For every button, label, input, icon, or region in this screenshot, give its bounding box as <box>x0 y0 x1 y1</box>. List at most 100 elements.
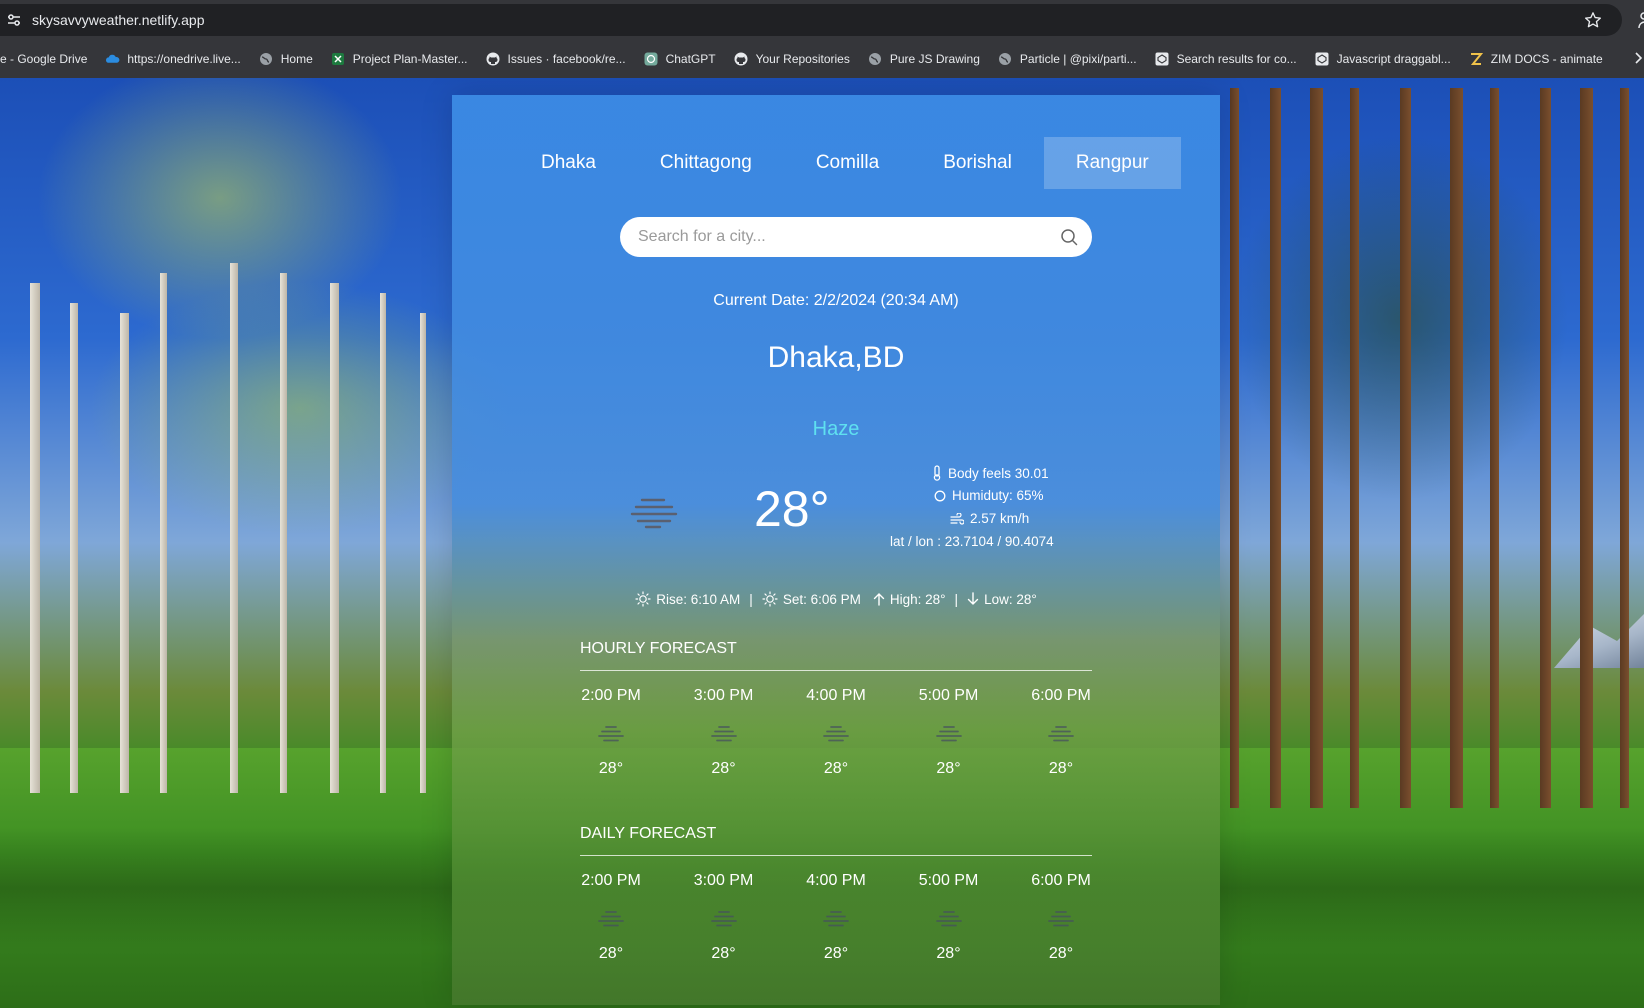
birch-trunk <box>70 303 78 793</box>
bookmark-label: Javascript draggabl... <box>1336 52 1451 66</box>
codepen-icon <box>1315 52 1330 67</box>
bookmark-item[interactable]: Javascript draggabl... <box>1315 52 1451 67</box>
haze-icon <box>823 910 849 928</box>
forecast-time: 5:00 PM <box>918 687 979 704</box>
pine-trunk <box>1490 88 1499 808</box>
thermometer-icon <box>933 465 941 481</box>
address-field[interactable]: skysavvyweather.netlify.app <box>0 4 1622 36</box>
forecast-time: 5:00 PM <box>918 872 979 889</box>
city-tabs: Dhaka Chittagong Comilla Borishal Rangpur <box>509 137 1181 189</box>
forecast-item: 4:00 PM 28° <box>805 687 867 778</box>
daily-forecast-title: DAILY FORECAST <box>580 825 717 842</box>
forecast-item: 5:00 PM 28° <box>918 687 980 778</box>
browser-url-bar: skysavvyweather.netlify.app <box>0 0 1644 40</box>
bookmark-label: Issues · facebook/re... <box>507 52 626 66</box>
bookmark-star-icon[interactable] <box>1584 11 1602 29</box>
pine-trunk <box>1310 88 1323 808</box>
wind-text: 2.57 km/h <box>970 511 1030 526</box>
forecast-item: 4:00 PM 28° <box>805 872 867 963</box>
forecast-temp: 28° <box>936 760 961 777</box>
current-temperature: 28° <box>754 481 830 537</box>
forecast-temp: 28° <box>598 945 624 962</box>
haze-icon <box>598 725 624 743</box>
github-icon <box>486 52 501 67</box>
pine-trunk <box>1540 88 1551 808</box>
arrow-up-icon <box>873 593 885 606</box>
birch-trunk <box>330 283 339 793</box>
bookmarks-overflow-icon[interactable] <box>1634 50 1644 71</box>
feels-like-text: Body feels 30.01 <box>948 465 1049 481</box>
city-tab-rangpur[interactable]: Rangpur <box>1043 137 1181 189</box>
high-item: High: 28° <box>873 592 946 607</box>
city-tab-comilla[interactable]: Comilla <box>784 137 911 189</box>
bookmark-item[interactable]: ChatGPT <box>644 52 716 67</box>
haze-icon <box>710 725 737 743</box>
zim-icon <box>1469 52 1484 67</box>
site-settings-icon[interactable] <box>6 12 22 28</box>
condition-text: Haze <box>812 418 860 440</box>
city-tab-borishal[interactable]: Borishal <box>911 137 1044 189</box>
url-text[interactable]: skysavvyweather.netlify.app <box>32 12 205 28</box>
birch-trunk <box>380 293 386 793</box>
globe-icon <box>259 52 274 67</box>
wind-row: 2.57 km/h <box>950 511 1029 526</box>
bookmark-item[interactable]: Project Plan-Master... <box>331 52 468 67</box>
bookmark-item[interactable]: Pure JS Drawing <box>868 52 980 67</box>
wind-icon <box>950 512 964 525</box>
forecast-item: 6:00 PM 28° <box>1030 872 1092 963</box>
forecast-time: 3:00 PM <box>693 872 754 889</box>
bookmark-label: Project Plan-Master... <box>352 52 468 66</box>
hourly-forecast-row: 2:00 PM 28° 3:00 PM 28° 4:00 PM 28° 5:00 PM 28°… <box>580 687 1092 778</box>
search-input[interactable] <box>636 227 1040 247</box>
excel-icon <box>331 52 346 67</box>
forecast-temp: 28° <box>1048 945 1074 962</box>
pine-trunk <box>1350 88 1359 808</box>
feels-like-row: Body feels 30.01 <box>932 465 1049 481</box>
haze-icon <box>710 910 737 928</box>
latlon-text: lat / lon : 23.7104 / 90.4074 <box>890 534 1054 549</box>
bookmark-item[interactable]: Home <box>259 52 313 67</box>
github-icon <box>734 52 749 67</box>
bookmark-item[interactable]: Your Repositories <box>734 52 850 67</box>
pine-trunk <box>1620 88 1629 808</box>
latlon-row: lat / lon : 23.7104 / 90.4074 <box>890 534 1054 549</box>
daily-divider <box>580 855 1092 856</box>
bookmark-label: Particle | @pixi/parti... <box>1019 52 1137 66</box>
bookmark-item[interactable]: https://onedrive.live... <box>105 52 241 67</box>
search-bar <box>620 217 1092 257</box>
bookmark-label: Home <box>280 52 313 66</box>
bookmark-label: https://onedrive.live... <box>127 52 241 66</box>
sunset-item: Set: 6:06 PM <box>762 591 861 607</box>
sunrise-icon <box>635 591 651 607</box>
current-date: Current Date: 2/2/2024 (20:34 AM) <box>713 292 959 309</box>
city-tab-dhaka[interactable]: Dhaka <box>509 137 628 189</box>
forecast-time: 2:00 PM <box>581 872 641 889</box>
separator: | <box>749 591 753 607</box>
forecast-temp: 28° <box>598 760 624 777</box>
bookmark-item[interactable]: Issues · facebook/re... <box>486 52 626 67</box>
daily-forecast-row: 2:00 PM 28° 3:00 PM 28° 4:00 PM 28° 5:00 PM 28°… <box>580 872 1092 963</box>
birch-trunk <box>120 313 129 793</box>
bookmark-label: Your Repositories <box>755 52 850 66</box>
weather-card: DhakaChittagongComillaBorishalRangpur Cu… <box>452 95 1220 1005</box>
forecast-temp: 28° <box>823 760 849 777</box>
forecast-item: 2:00 PM 28° <box>580 872 642 963</box>
haze-icon <box>1048 910 1074 928</box>
forecast-temp: 28° <box>1048 760 1074 777</box>
bookmark-item[interactable]: Particle | @pixi/parti... <box>998 52 1137 67</box>
arrow-down-icon <box>967 592 979 605</box>
profile-icon[interactable] <box>1636 10 1644 30</box>
globe-icon <box>868 52 883 67</box>
search-icon[interactable] <box>1060 228 1078 246</box>
bookmarks-bar: e - Google Drive https://onedrive.live...… <box>0 40 1644 78</box>
page-background: DhakaChittagongComillaBorishalRangpur Cu… <box>0 78 1644 1008</box>
separator: | <box>954 591 959 607</box>
forecast-temp: 28° <box>711 760 736 777</box>
bookmark-item[interactable]: Search results for co... <box>1155 52 1297 67</box>
pine-trunk <box>1230 88 1239 808</box>
haze-icon <box>823 725 849 743</box>
bookmark-item[interactable]: e - Google Drive <box>0 52 87 66</box>
bookmark-item[interactable]: ZIM DOCS - animate <box>1469 52 1603 67</box>
high-text: High: 28° <box>889 591 946 607</box>
city-tab-chittagong[interactable]: Chittagong <box>628 137 784 189</box>
